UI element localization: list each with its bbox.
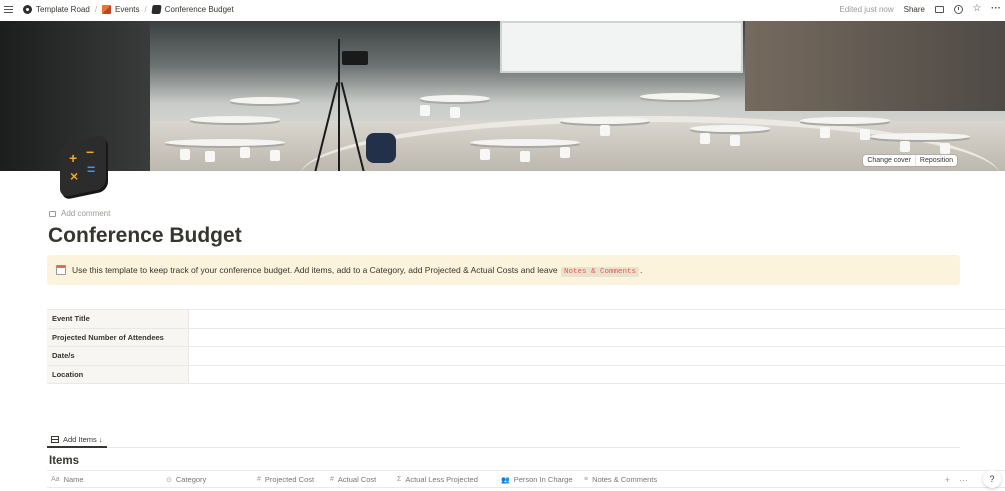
sidebar-menu-icon[interactable] — [4, 5, 13, 13]
column-label: Person In Charge — [513, 475, 573, 484]
add-comment-label: Add comment — [61, 209, 111, 218]
reposition-button[interactable]: Reposition — [914, 155, 957, 166]
column-actions: + ··· — [936, 471, 968, 488]
top-bar: Template Road / Events / Conference Budg… — [0, 0, 1005, 18]
breadcrumb-conference-budget[interactable]: Conference Budget — [151, 4, 234, 14]
column-header-name[interactable]: Aa Name — [51, 471, 84, 488]
breadcrumb-events[interactable]: Events — [102, 4, 140, 14]
table-view-icon — [51, 435, 59, 443]
add-property-icon[interactable]: + — [945, 475, 950, 485]
change-cover-button[interactable]: Change cover — [863, 155, 915, 166]
tab-add-items[interactable]: Add Items ↓ — [47, 432, 107, 448]
text-property-icon: Aa — [51, 476, 60, 483]
page-title[interactable]: Conference Budget — [48, 224, 242, 248]
table-row: Projected Number of Attendees — [47, 328, 1005, 347]
table-row: Event Title — [47, 310, 1005, 329]
select-property-icon: ⊙ — [166, 476, 172, 484]
column-label: Actual Less Projected — [405, 475, 478, 484]
number-property-icon: # — [330, 476, 334, 483]
person-property-icon: 👥 — [501, 476, 510, 484]
tab-label: Add Items ↓ — [63, 434, 103, 444]
equals-glyph: = — [87, 161, 96, 177]
calculator-icon — [151, 4, 162, 14]
topbar-actions: Edited just now Share ☆ ··· — [839, 0, 1005, 18]
breadcrumb-label: Template Road — [36, 4, 90, 14]
column-label: Name — [63, 475, 84, 484]
comment-icon — [49, 210, 56, 217]
breadcrumb-separator: / — [94, 4, 98, 14]
callout-block[interactable]: Use this template to keep track of your … — [47, 255, 960, 285]
column-label: Projected Cost — [264, 475, 315, 484]
database-column-headers: Aa Name ⊙ Category # Projected Cost # Ac… — [47, 470, 1005, 488]
page-calculator-icon[interactable]: + − × = — [60, 134, 110, 198]
more-options-icon[interactable]: ··· — [991, 4, 1001, 14]
breadcrumb-label: Conference Budget — [164, 4, 234, 14]
edited-status: Edited just now — [839, 4, 894, 14]
column-header-projected-cost[interactable]: # Projected Cost — [257, 471, 314, 488]
property-value-event-title[interactable] — [189, 310, 1005, 328]
database-view-tabs: Add Items ↓ — [47, 432, 960, 448]
times-glyph: × — [70, 168, 79, 184]
property-value-location[interactable] — [189, 366, 1005, 384]
breadcrumb-label: Events — [115, 4, 140, 14]
callout-text-main: Use this template to keep track of your … — [72, 264, 558, 275]
share-button[interactable]: Share — [904, 5, 925, 14]
column-header-actual-cost[interactable]: # Actual Cost — [330, 471, 376, 488]
column-header-person-in-charge[interactable]: 👥 Person In Charge — [501, 471, 573, 488]
updates-clock-icon[interactable] — [953, 4, 963, 14]
help-button[interactable]: ? — [983, 470, 1001, 488]
projector-screen — [500, 21, 743, 73]
breadcrumb-template-road[interactable]: Template Road — [23, 4, 90, 14]
callout-inline-code: Notes & Comments — [560, 266, 639, 277]
column-label: Category — [175, 475, 207, 484]
column-label: Actual Cost — [337, 475, 377, 484]
database-more-icon[interactable]: ··· — [959, 475, 968, 485]
property-label-dates[interactable]: Date/s — [47, 347, 189, 365]
database-title[interactable]: Items — [49, 455, 79, 467]
column-header-notes-comments[interactable]: ≡ Notes & Comments — [584, 471, 657, 488]
property-value-dates[interactable] — [189, 347, 1005, 365]
comments-icon[interactable] — [934, 4, 944, 14]
breadcrumb-separator: / — [144, 4, 147, 14]
properties-table: Event Title Projected Number of Attendee… — [47, 309, 1005, 384]
table-row: Date/s — [47, 347, 1005, 366]
minus-glyph: − — [86, 144, 95, 160]
property-label-attendees[interactable]: Projected Number of Attendees — [47, 328, 189, 346]
column-header-category[interactable]: ⊙ Category — [166, 471, 206, 488]
column-header-actual-less-projected[interactable]: Σ Actual Less Projected — [397, 471, 478, 488]
cover-controls: Change cover Reposition — [863, 155, 957, 166]
cover-image — [0, 21, 1005, 171]
number-property-icon: # — [257, 476, 261, 483]
template-road-icon — [23, 4, 32, 14]
callout-text: Use this template to keep track of your … — [72, 264, 643, 277]
events-icon — [102, 4, 112, 14]
property-label-location[interactable]: Location — [47, 365, 189, 383]
text-lines-property-icon: ≡ — [584, 476, 589, 483]
formula-property-icon: Σ — [397, 476, 402, 483]
favorite-star-icon[interactable]: ☆ — [972, 4, 982, 14]
calendar-icon — [56, 265, 66, 275]
plus-glyph: + — [69, 150, 78, 166]
add-comment-button[interactable]: Add comment — [49, 209, 110, 218]
callout-text-end: . — [639, 264, 643, 275]
table-row: Location — [47, 365, 1005, 384]
column-label: Notes & Comments — [592, 475, 658, 484]
property-value-attendees[interactable] — [189, 329, 1005, 347]
property-label-event-title[interactable]: Event Title — [47, 310, 189, 328]
